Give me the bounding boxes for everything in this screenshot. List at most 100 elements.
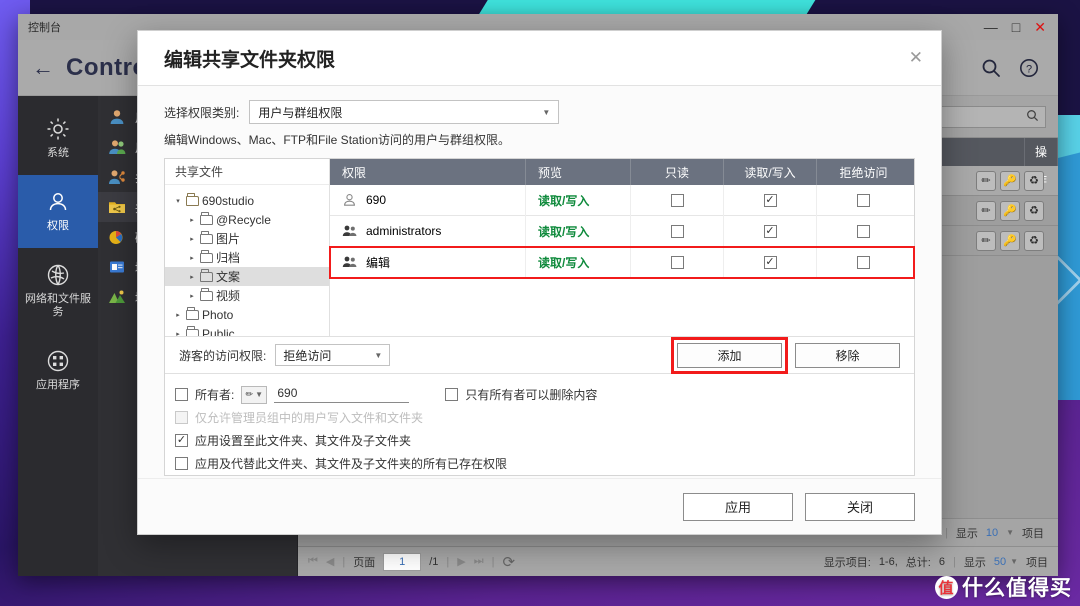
perm-deny-cell[interactable] [817, 216, 910, 247]
owner-value-field[interactable]: 690 [274, 386, 409, 403]
guest-and-actions-bar: 游客的访问权限: 拒绝访问 ▼ 添加 移除 [165, 336, 914, 374]
sidebar-item-network-file-services[interactable]: 网络和文件服务 [18, 248, 98, 335]
tree-node-pictures[interactable]: ▸ 图片 [165, 229, 329, 248]
first-page-icon[interactable]: ⏮ [308, 555, 318, 568]
refresh-icon[interactable]: ♻ [1024, 171, 1044, 191]
perm-readwrite-cell[interactable]: ✓ [724, 247, 817, 278]
minimize-button[interactable]: — [984, 20, 998, 34]
close-icon[interactable]: ✕ [909, 48, 923, 68]
perm-readwrite-cell[interactable]: ✓ [724, 185, 817, 216]
checkbox-apply-replace[interactable] [175, 457, 188, 470]
sidebar-item-label: 网络和文件服务 [22, 293, 94, 321]
perm-readonly-cell[interactable] [631, 216, 724, 247]
permission-category-row: 选择权限类别: 用户与群组权限 ▼ [164, 100, 915, 124]
perm-deny-cell[interactable] [817, 247, 910, 278]
sidebar-item-label: 应用程序 [36, 379, 80, 393]
chevron-down-icon[interactable]: ▼ [1006, 528, 1014, 537]
help-icon[interactable]: ? [1018, 57, 1040, 79]
perm-readonly-cell[interactable] [631, 185, 724, 216]
permissions-panel-top: 共享文件 ▾ 690studio ▸ @Recycle [165, 159, 914, 336]
permission-icon[interactable]: 🔑 [1000, 171, 1020, 191]
checkbox-readwrite[interactable]: ✓ [764, 256, 777, 269]
checkbox-readonly[interactable] [671, 194, 684, 207]
sidebar-item-system[interactable]: 系统 [18, 102, 98, 175]
close-button[interactable]: ✕ [1034, 20, 1046, 34]
tree-node-public[interactable]: ▸ Public [165, 324, 329, 336]
tree-twisty-icon[interactable]: ▾ [173, 197, 183, 205]
refresh-icon[interactable]: ♻ [1024, 201, 1044, 221]
perm-readonly-cell[interactable] [631, 247, 724, 278]
permission-row[interactable]: 690 读取/写入 ✓ [330, 185, 914, 216]
guest-permission-select[interactable]: 拒绝访问 ▼ [275, 344, 390, 366]
tree-node-690studio[interactable]: ▾ 690studio [165, 191, 329, 210]
tree-twisty-icon[interactable]: ▸ [187, 254, 197, 262]
tree-node-videos[interactable]: ▸ 视频 [165, 286, 329, 305]
overlay-items-suffix: 项目 [1022, 525, 1044, 541]
apply-button[interactable]: 应用 [683, 493, 793, 521]
tree-node-label: 690studio [202, 194, 254, 208]
last-page-icon[interactable]: ⏭ [474, 555, 484, 568]
items-range: 1-6, [879, 556, 898, 568]
sidebar-item-privileges[interactable]: 权限 [18, 175, 98, 248]
chevron-down-icon: ▼ [374, 351, 382, 360]
prev-page-icon[interactable]: ◀ [326, 555, 334, 568]
checkbox-readwrite[interactable]: ✓ [764, 194, 777, 207]
page-number-input[interactable]: 1 [383, 553, 421, 571]
watermark-badge: 值 [935, 576, 958, 599]
overlay-show-value[interactable]: 10 [986, 527, 998, 539]
page-size-dropdown[interactable]: 50 ▼ [994, 556, 1018, 568]
owner-edit-button[interactable]: ✏ ▼ [241, 386, 267, 404]
permission-icon[interactable]: 🔑 [1000, 201, 1020, 221]
edit-icon[interactable]: ✏ [976, 201, 996, 221]
tree-node-photo[interactable]: ▸ Photo [165, 305, 329, 324]
row-action-cell: ✏ 🔑 ♻ [966, 226, 1058, 256]
edit-icon[interactable]: ✏ [976, 171, 996, 191]
tree-twisty-icon[interactable]: ▸ [187, 273, 197, 281]
checkbox-readonly[interactable] [671, 256, 684, 269]
perm-readwrite-cell[interactable]: ✓ [724, 216, 817, 247]
sidebar-item-applications[interactable]: 应用程序 [18, 334, 98, 407]
perm-deny-cell[interactable] [817, 185, 910, 216]
checkbox-owner[interactable] [175, 388, 188, 401]
checkbox-readwrite[interactable]: ✓ [764, 225, 777, 238]
tree-node-archive[interactable]: ▸ 归档 [165, 248, 329, 267]
maximize-button[interactable]: □ [1012, 20, 1020, 34]
checkbox-deny[interactable] [857, 194, 870, 207]
perm-name-label: 编辑 [366, 254, 390, 271]
edit-shared-folder-permissions-dialog: 编辑共享文件夹权限 ✕ 选择权限类别: 用户与群组权限 ▼ 编辑Windows、… [137, 30, 942, 535]
sidebar-nav: 系统 权限 网络和文件服务 [18, 96, 98, 576]
checkbox-only-owner-delete[interactable] [445, 388, 458, 401]
search-icon[interactable] [980, 57, 1002, 79]
tree-twisty-icon[interactable]: ▸ [173, 311, 183, 319]
edit-icon[interactable]: ✏ [976, 231, 996, 251]
tree-node-documents[interactable]: ▸ 文案 [165, 267, 329, 286]
permission-row-highlighted[interactable]: 编辑 读取/写入 ✓ [330, 247, 914, 278]
permission-row[interactable]: administrators 读取/写入 ✓ [330, 216, 914, 247]
owner-label: 所有者: [195, 386, 234, 403]
refresh-icon[interactable]: ♻ [1024, 231, 1044, 251]
refresh-icon[interactable]: ⟳ [503, 553, 516, 571]
permission-icon[interactable]: 🔑 [1000, 231, 1020, 251]
checkbox-readonly[interactable] [671, 225, 684, 238]
header-actions: ? [980, 57, 1040, 79]
permission-category-select[interactable]: 用户与群组权限 ▼ [249, 100, 559, 124]
permissions-table-pane: 权限 预览 只读 读取/写入 拒绝访问 690 读取/写入 [330, 159, 914, 336]
back-arrow-icon[interactable]: ← [32, 55, 54, 81]
checkbox-deny[interactable] [857, 256, 870, 269]
tree-twisty-icon[interactable]: ▸ [187, 292, 197, 300]
tree-twisty-icon[interactable]: ▸ [187, 235, 197, 243]
next-page-icon[interactable]: ▶ [457, 555, 465, 568]
user-blue-icon [108, 108, 126, 126]
add-button-highlight: 添加 [674, 340, 785, 371]
tree-node-recycle[interactable]: ▸ @Recycle [165, 210, 329, 229]
search-icon [1026, 109, 1039, 125]
remove-button[interactable]: 移除 [795, 343, 900, 368]
tree-twisty-icon[interactable]: ▸ [187, 216, 197, 224]
tree-node-label: 视频 [216, 287, 240, 304]
checkbox-apply-subfolders[interactable]: ✓ [175, 434, 188, 447]
checkbox-deny[interactable] [857, 225, 870, 238]
users-green-icon [108, 138, 126, 156]
add-button[interactable]: 添加 [677, 343, 782, 368]
permission-options: 所有者: ✏ ▼ 690 只有所有者可以删除内容 仅允许管理员组中的用户写入文件… [165, 374, 914, 475]
close-dialog-button[interactable]: 关闭 [805, 493, 915, 521]
